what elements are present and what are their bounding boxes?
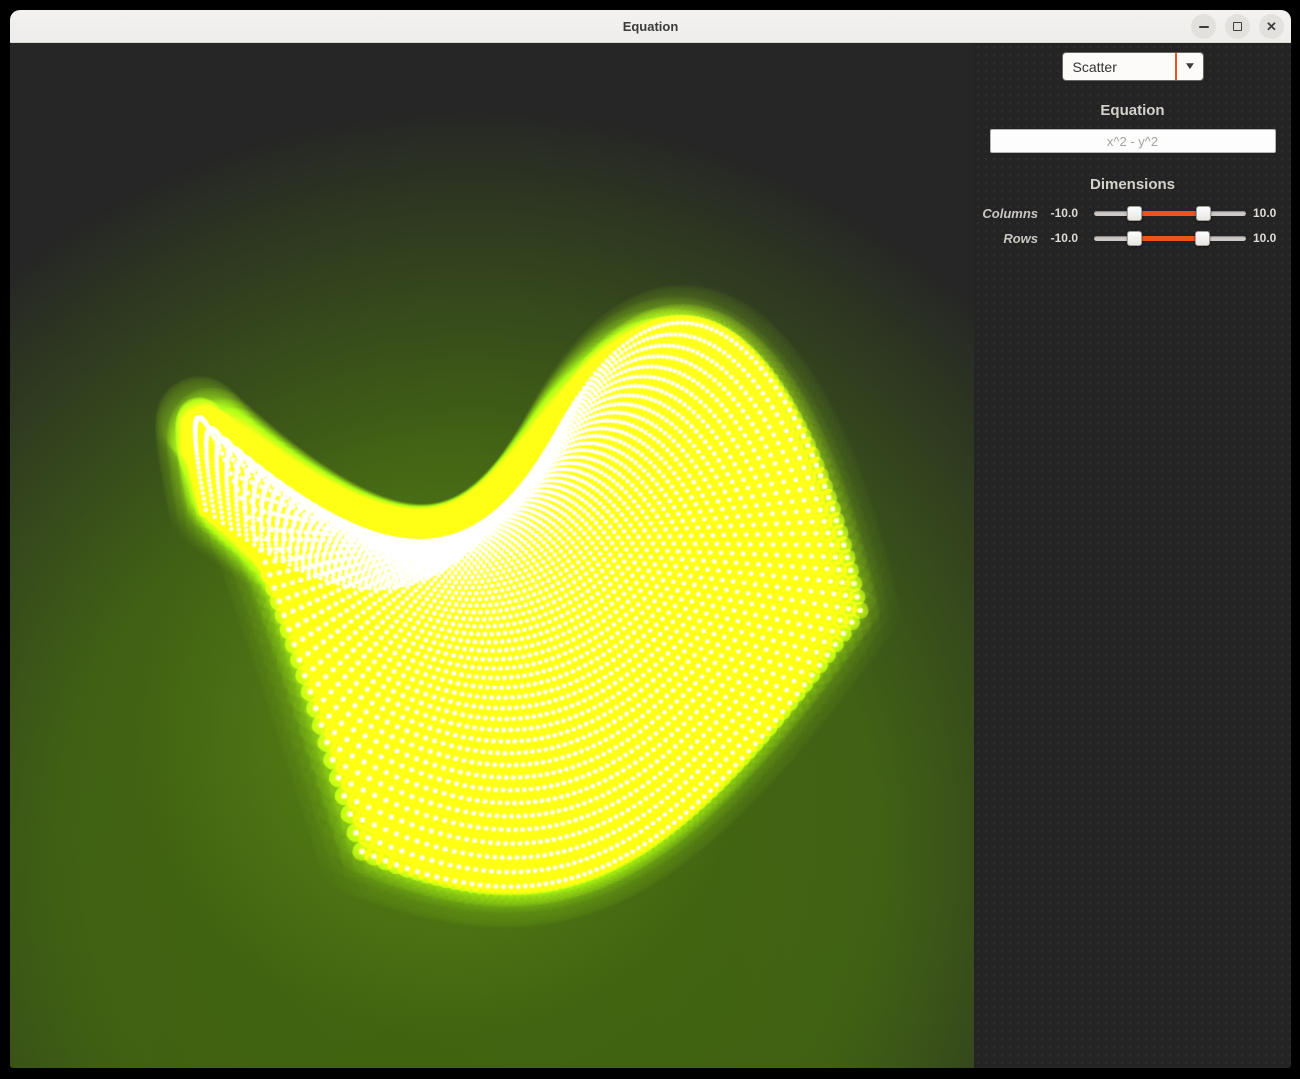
maximize-icon <box>1233 22 1242 31</box>
rows-range-slider[interactable] <box>1094 230 1246 246</box>
close-button[interactable]: ✕ <box>1259 14 1284 39</box>
close-icon: ✕ <box>1266 20 1277 33</box>
columns-max-value: 10.0 <box>1253 206 1285 220</box>
rows-label: Rows <box>978 231 1038 246</box>
rows-slider-handle-high[interactable] <box>1195 231 1210 246</box>
rows-slider-fill <box>1134 236 1202 241</box>
settings-panel: Scatter ▼ Equation Dimensions Columns -1… <box>974 43 1291 1068</box>
app-window: Equation ✕ Scatter ▼ Equation <box>10 10 1291 1068</box>
columns-range-slider[interactable] <box>1094 205 1246 221</box>
window-controls: ✕ <box>1191 10 1284 43</box>
plot-viewport <box>10 43 974 1068</box>
chevron-down-icon: ▼ <box>1183 61 1196 72</box>
plot-type-value: Scatter <box>1063 59 1175 75</box>
columns-label: Columns <box>978 206 1038 221</box>
columns-slider-handle-low[interactable] <box>1127 206 1142 221</box>
columns-slider-fill <box>1134 211 1203 216</box>
window-title: Equation <box>10 19 1291 34</box>
columns-slider-row: Columns -10.0 10.0 <box>978 205 1285 221</box>
rows-slider-handle-low[interactable] <box>1127 231 1142 246</box>
rows-max-value: 10.0 <box>1253 231 1285 245</box>
minimize-icon <box>1199 26 1209 28</box>
maximize-button[interactable] <box>1225 14 1250 39</box>
plot-type-dropdown[interactable]: Scatter ▼ <box>1062 52 1204 81</box>
dropdown-arrow-zone: ▼ <box>1175 53 1203 80</box>
window-content: Scatter ▼ Equation Dimensions Columns -1… <box>10 43 1291 1068</box>
equation-input[interactable] <box>990 129 1276 153</box>
equation-heading: Equation <box>974 102 1291 119</box>
equation-3d-plot[interactable] <box>10 43 974 1068</box>
minimize-button[interactable] <box>1191 14 1216 39</box>
rows-slider-row: Rows -10.0 10.0 <box>978 230 1285 246</box>
columns-min-value: -10.0 <box>1044 206 1078 220</box>
titlebar[interactable]: Equation ✕ <box>10 10 1291 43</box>
columns-slider-handle-high[interactable] <box>1196 206 1211 221</box>
dimensions-heading: Dimensions <box>974 176 1291 193</box>
rows-min-value: -10.0 <box>1044 231 1078 245</box>
